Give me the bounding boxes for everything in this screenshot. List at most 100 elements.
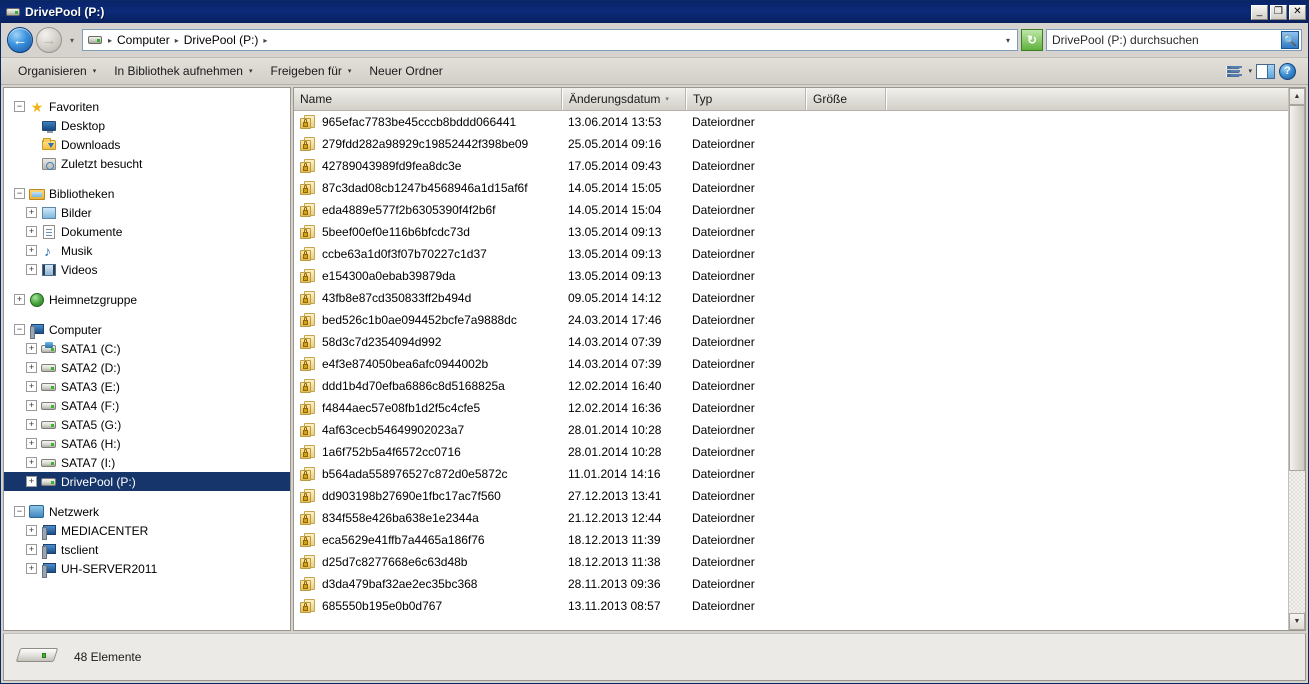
expand-icon[interactable]: +: [26, 438, 37, 449]
sidebar-item-desktop[interactable]: Desktop: [4, 116, 290, 135]
change-view-icon[interactable]: [1224, 63, 1244, 79]
expand-icon[interactable]: +: [26, 419, 37, 430]
sidebar-item-musik[interactable]: + ♪ Musik: [4, 241, 290, 260]
expand-icon[interactable]: +: [26, 264, 37, 275]
sidebar-item-sata5[interactable]: + SATA5 (G:): [4, 415, 290, 434]
table-row[interactable]: 87c3dad08cb1247b4568946a1d15af6f 14.05.20…: [294, 177, 1288, 199]
cell-name[interactable]: e154300a0ebab39879da: [294, 268, 562, 284]
table-row[interactable]: bed526c1b0ae094452bcfe7a9888dc 24.03.2014…: [294, 309, 1288, 331]
expand-icon[interactable]: +: [26, 563, 37, 574]
sidebar-item-zuletzt-besucht[interactable]: Zuletzt besucht: [4, 154, 290, 173]
sidebar-item-bilder[interactable]: + Bilder: [4, 203, 290, 222]
cell-name[interactable]: 834f558e426ba638e1e2344a: [294, 510, 562, 526]
toolbar-neuer-ordner-button[interactable]: Neuer Ordner: [360, 61, 451, 81]
column-header-size[interactable]: Größe: [806, 88, 886, 110]
table-row[interactable]: f4844aec57e08fb1d2f5c4cfe5 12.02.2014 16:…: [294, 397, 1288, 419]
sidebar-item-videos[interactable]: + Videos: [4, 260, 290, 279]
cell-name[interactable]: d25d7c8277668e6c63d48b: [294, 554, 562, 570]
table-row[interactable]: 4af63cecb54649902023a7 28.01.2014 10:28 Da…: [294, 419, 1288, 441]
cell-name[interactable]: f4844aec57e08fb1d2f5c4cfe5: [294, 400, 562, 416]
table-row[interactable]: 58d3c7d2354094d992 14.03.2014 07:39 Dateio…: [294, 331, 1288, 353]
navigation-pane[interactable]: − ★ Favoriten Desktop Downloads Zuletzt …: [3, 87, 291, 631]
expand-icon[interactable]: +: [26, 381, 37, 392]
table-row[interactable]: eca5629e41ffb7a4465a186f76 18.12.2013 11:…: [294, 529, 1288, 551]
cell-name[interactable]: ccbe63a1d0f3f07b70227c1d37: [294, 246, 562, 262]
cell-name[interactable]: 43fb8e87cd350833ff2b494d: [294, 290, 562, 306]
expand-icon[interactable]: +: [26, 245, 37, 256]
cell-name[interactable]: 5beef00ef0e116b6bfcdc73d: [294, 224, 562, 240]
table-row[interactable]: 965efac7783be45cccb8bddd066441 13.06.2014…: [294, 111, 1288, 133]
cell-name[interactable]: 1a6f752b5a4f6572cc0716: [294, 444, 562, 460]
view-chevron-down-icon[interactable]: ▾: [1248, 67, 1252, 75]
sidebar-group-heimnetzgruppe[interactable]: + Heimnetzgruppe: [4, 290, 290, 309]
cell-name[interactable]: eca5629e41ffb7a4465a186f76: [294, 532, 562, 548]
search-box[interactable]: 🔍: [1046, 29, 1302, 51]
table-row[interactable]: 5beef00ef0e116b6bfcdc73d 13.05.2014 09:13…: [294, 221, 1288, 243]
table-row[interactable]: 43fb8e87cd350833ff2b494d 09.05.2014 14:12…: [294, 287, 1288, 309]
expand-icon[interactable]: +: [26, 362, 37, 373]
scrollbar-track[interactable]: [1289, 105, 1305, 613]
cell-name[interactable]: 58d3c7d2354094d992: [294, 334, 562, 350]
sidebar-item-uh-server2011[interactable]: + UH-SERVER2011: [4, 559, 290, 578]
breadcrumb-separator-1[interactable]: ▸: [172, 36, 182, 45]
sidebar-group-bibliotheken[interactable]: − Bibliotheken: [4, 184, 290, 203]
cell-name[interactable]: 965efac7783be45cccb8bddd066441: [294, 114, 562, 130]
expand-icon[interactable]: +: [26, 400, 37, 411]
table-row[interactable]: dd903198b27690e1fbc17ac7f560 27.12.2013 1…: [294, 485, 1288, 507]
table-row[interactable]: 279fdd282a98929c19852442f398be09 25.05.20…: [294, 133, 1288, 155]
collapse-icon[interactable]: −: [14, 101, 25, 112]
scroll-down-button[interactable]: ▼: [1289, 613, 1305, 630]
sidebar-group-favoriten[interactable]: − ★ Favoriten: [4, 97, 290, 116]
cell-name[interactable]: d3da479baf32ae2ec35bc368: [294, 576, 562, 592]
table-row[interactable]: eda4889e577f2b6305390f4f2b6f 14.05.2014 1…: [294, 199, 1288, 221]
sidebar-item-sata6[interactable]: + SATA6 (H:): [4, 434, 290, 453]
table-row[interactable]: 42789043989fd9fea8dc3e 17.05.2014 09:43 Da…: [294, 155, 1288, 177]
breadcrumb-item-computer[interactable]: Computer: [117, 33, 170, 47]
sidebar-group-computer[interactable]: − Computer: [4, 320, 290, 339]
column-header-name[interactable]: Name: [294, 88, 562, 110]
collapse-icon[interactable]: −: [14, 506, 25, 517]
sidebar-item-sata2[interactable]: + SATA2 (D:): [4, 358, 290, 377]
column-header-date[interactable]: Änderungsdatum ▾: [562, 88, 686, 110]
breadcrumb-separator-2[interactable]: ▸: [260, 36, 270, 45]
breadcrumb[interactable]: ▸ Computer ▸ DrivePool (P:) ▸ ▾: [82, 29, 1018, 51]
table-row[interactable]: ccbe63a1d0f3f07b70227c1d37 13.05.2014 09:…: [294, 243, 1288, 265]
sidebar-item-drivepool[interactable]: + DrivePool (P:): [4, 472, 290, 491]
table-row[interactable]: b564ada558976527c872d0e5872c 11.01.2014 1…: [294, 463, 1288, 485]
scrollbar-thumb[interactable]: [1289, 105, 1305, 471]
vertical-scrollbar[interactable]: ▲ ▼: [1288, 88, 1305, 630]
sidebar-item-downloads[interactable]: Downloads: [4, 135, 290, 154]
sidebar-item-sata7[interactable]: + SATA7 (I:): [4, 453, 290, 472]
search-icon[interactable]: 🔍: [1281, 31, 1299, 49]
cell-name[interactable]: dd903198b27690e1fbc17ac7f560: [294, 488, 562, 504]
table-row[interactable]: 1a6f752b5a4f6572cc0716 28.01.2014 10:28 Da…: [294, 441, 1288, 463]
refresh-button[interactable]: ↻: [1021, 29, 1043, 51]
search-input[interactable]: [1052, 33, 1281, 47]
preview-pane-icon[interactable]: [1256, 63, 1275, 79]
table-row[interactable]: ddd1b4d70efba6886c8d5168825a 12.02.2014 1…: [294, 375, 1288, 397]
collapse-icon[interactable]: −: [14, 324, 25, 335]
cell-name[interactable]: 4af63cecb54649902023a7: [294, 422, 562, 438]
collapse-icon[interactable]: −: [14, 188, 25, 199]
minimize-button[interactable]: _: [1251, 4, 1268, 20]
sidebar-item-mediacenter[interactable]: + MEDIACENTER: [4, 521, 290, 540]
expand-icon[interactable]: +: [26, 457, 37, 468]
cell-name[interactable]: ddd1b4d70efba6886c8d5168825a: [294, 378, 562, 394]
scroll-up-button[interactable]: ▲: [1289, 88, 1305, 105]
toolbar-organisieren-button[interactable]: Organisieren ▾: [9, 61, 105, 81]
cell-name[interactable]: eda4889e577f2b6305390f4f2b6f: [294, 202, 562, 218]
column-header-type[interactable]: Typ: [686, 88, 806, 110]
breadcrumb-item-drivepool[interactable]: DrivePool (P:): [184, 33, 259, 47]
breadcrumb-dropdown-icon[interactable]: ▾: [1006, 36, 1013, 45]
cell-name[interactable]: 42789043989fd9fea8dc3e: [294, 158, 562, 174]
toolbar-bibliothek-button[interactable]: In Bibliothek aufnehmen ▾: [105, 61, 261, 81]
expand-icon[interactable]: +: [26, 476, 37, 487]
history-dropdown-button[interactable]: ▾: [65, 36, 79, 45]
expand-icon[interactable]: +: [26, 207, 37, 218]
expand-icon[interactable]: +: [14, 294, 25, 305]
file-rows[interactable]: 965efac7783be45cccb8bddd066441 13.06.2014…: [294, 111, 1288, 630]
sidebar-group-netzwerk[interactable]: − Netzwerk: [4, 502, 290, 521]
sidebar-item-sata4[interactable]: + SATA4 (F:): [4, 396, 290, 415]
maximize-button[interactable]: ❐: [1270, 4, 1287, 20]
forward-button[interactable]: →: [36, 27, 62, 53]
